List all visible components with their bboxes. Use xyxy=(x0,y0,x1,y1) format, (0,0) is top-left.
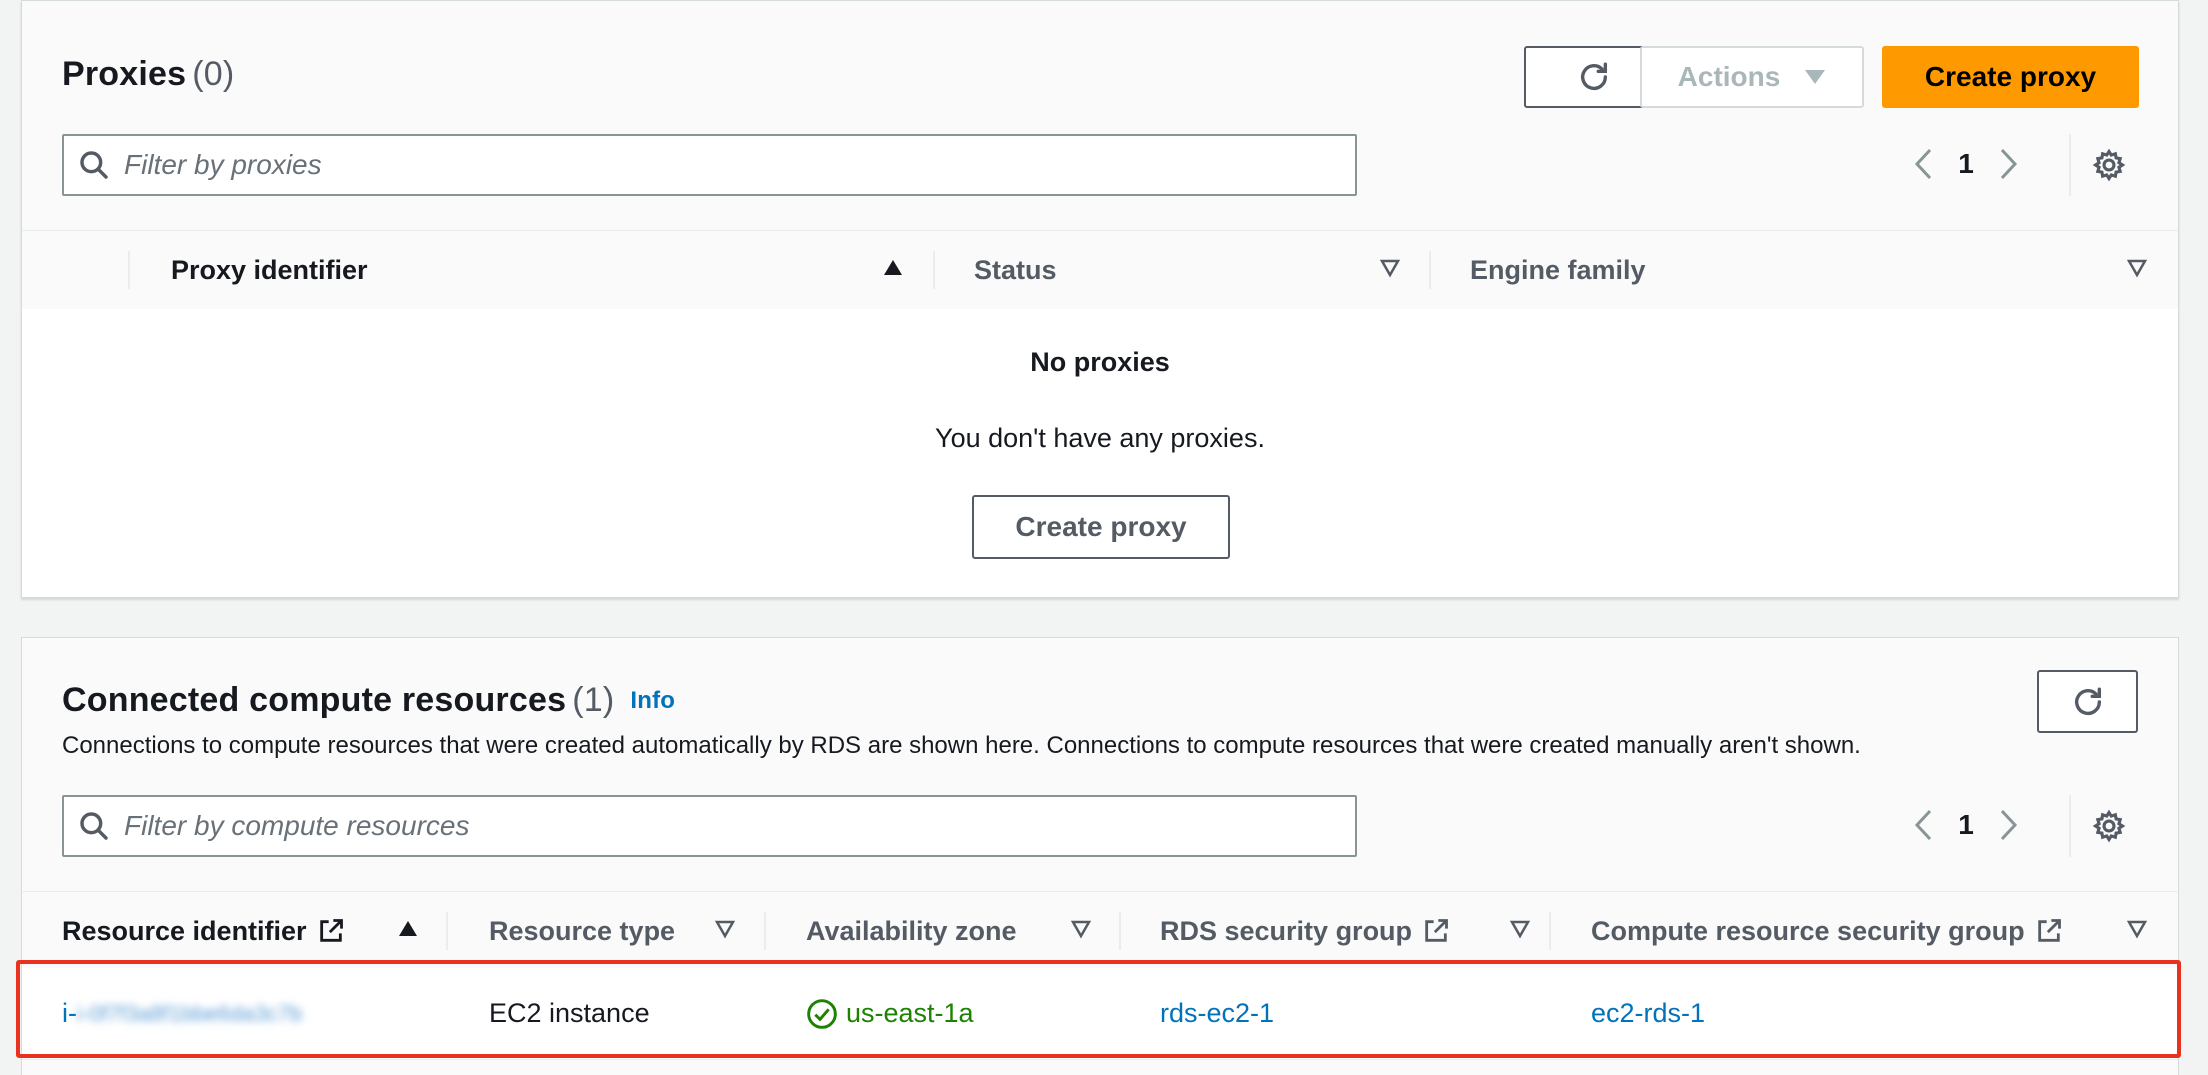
column-header-availability-zone[interactable]: Availability zone xyxy=(806,892,1017,970)
column-header-compute-security-group[interactable]: Compute resource security group xyxy=(1591,892,2063,970)
status-success-icon xyxy=(807,998,837,1029)
proxies-count: (0) xyxy=(192,55,235,93)
compute-count: (1) xyxy=(572,681,615,719)
rds-security-group-label: RDS security group xyxy=(1160,915,1413,946)
proxies-pagination: 1 xyxy=(1912,147,2020,181)
sort-ascending-icon[interactable] xyxy=(882,258,904,278)
empty-state-description: You don't have any proxies. xyxy=(935,423,1265,453)
search-icon xyxy=(80,151,108,179)
column-separator xyxy=(446,912,448,950)
filter-compute-search[interactable] xyxy=(62,795,1357,857)
compute-page-number[interactable]: 1 xyxy=(1936,809,1996,841)
availability-zone-cell: us-east-1a xyxy=(806,968,974,1059)
compute-table-header: Resource identifier Resource type Availa… xyxy=(22,891,2178,969)
chevron-right-icon[interactable] xyxy=(1996,147,2020,181)
external-link-icon xyxy=(319,919,343,942)
column-separator xyxy=(764,912,766,950)
preferences-gear-icon[interactable] xyxy=(2092,148,2126,182)
availability-zone-value: us-east-1a xyxy=(846,998,974,1028)
sort-none-icon[interactable] xyxy=(1379,258,1401,278)
resource-identifier-label: Resource identifier xyxy=(62,915,307,946)
proxies-title: Proxies xyxy=(62,55,187,93)
proxies-empty-state: No proxies You don't have any proxies. C… xyxy=(22,309,2178,597)
refresh-icon xyxy=(2074,687,2101,715)
proxies-panel: Proxies(0) Actions Create proxy 1 Proxy … xyxy=(21,0,2179,598)
column-separator xyxy=(1429,251,1431,289)
compute-description: Connections to compute resources that we… xyxy=(62,732,1861,759)
filter-proxies-input[interactable] xyxy=(122,148,1355,182)
external-link-icon xyxy=(2037,919,2061,942)
refresh-icon xyxy=(1580,62,1607,90)
sort-ascending-icon[interactable] xyxy=(397,919,419,939)
column-header-resource-type[interactable]: Resource type xyxy=(489,892,675,970)
search-icon xyxy=(80,812,108,840)
compute-heading: Connected compute resources (1) Info xyxy=(62,681,675,720)
column-header-rds-security-group[interactable]: RDS security group xyxy=(1160,892,1450,970)
column-separator xyxy=(1119,912,1121,950)
resource-type-cell: EC2 instance xyxy=(489,998,650,1028)
proxies-page-number[interactable]: 1 xyxy=(1936,148,1996,180)
column-header-engine-family[interactable]: Engine family xyxy=(1470,231,1646,309)
column-header-status[interactable]: Status xyxy=(974,231,1057,309)
resource-identifier-link[interactable]: i-0f7f3a8f1bbe6da3c7b xyxy=(77,1001,302,1027)
pager-divider xyxy=(2069,795,2071,857)
caret-down-icon xyxy=(1805,70,1826,84)
chevron-right-icon[interactable] xyxy=(1996,808,2020,842)
pager-divider xyxy=(2069,134,2071,196)
filter-compute-input[interactable] xyxy=(122,809,1355,843)
column-header-proxy-identifier[interactable]: Proxy identifier xyxy=(171,231,368,309)
actions-label: Actions xyxy=(1677,61,1781,92)
proxies-table-header: Proxy identifier Status Engine family xyxy=(22,230,2178,310)
column-separator xyxy=(1549,912,1551,950)
compute-pagination: 1 xyxy=(1912,808,2020,842)
compute-resources-panel: Connected compute resources (1) Info Conne… xyxy=(21,637,2179,1075)
empty-state-title: No proxies xyxy=(1030,347,1170,377)
empty-create-proxy-button[interactable]: Create proxy xyxy=(972,495,1230,559)
resource-identifier-prefix[interactable]: i- xyxy=(62,998,77,1029)
column-separator xyxy=(933,251,935,289)
create-proxy-button[interactable]: Create proxy xyxy=(1882,46,2139,108)
compute-security-group-label: Compute resource security group xyxy=(1591,915,2025,946)
actions-dropdown-button[interactable]: Actions xyxy=(1640,46,1864,108)
info-link[interactable]: Info xyxy=(630,687,675,714)
filter-proxies-search[interactable] xyxy=(62,134,1357,196)
external-link-icon xyxy=(1425,919,1448,942)
chevron-left-icon[interactable] xyxy=(1912,808,1936,842)
sort-none-icon[interactable] xyxy=(2126,919,2148,939)
compute-title: Connected compute resources xyxy=(62,681,567,719)
sort-none-icon[interactable] xyxy=(1070,919,1092,939)
compute-refresh-button[interactable] xyxy=(2037,670,2138,733)
sort-none-icon[interactable] xyxy=(2126,258,2148,278)
preferences-gear-icon[interactable] xyxy=(2092,809,2126,843)
proxies-heading: Proxies (0) xyxy=(62,55,234,94)
chevron-left-icon[interactable] xyxy=(1912,147,1936,181)
sort-none-icon[interactable] xyxy=(714,919,736,939)
column-header-resource-identifier[interactable]: Resource identifier xyxy=(62,892,345,970)
compute-security-group-link[interactable]: ec2-rds-1 xyxy=(1591,968,1705,1059)
sort-none-icon[interactable] xyxy=(1509,919,1531,939)
rds-security-group-link[interactable]: rds-ec2-1 xyxy=(1160,968,1274,1059)
resource-identifier-cell: i-i-0f7f3a8f1bbe6da3c7b xyxy=(62,968,302,1059)
table-row[interactable]: i-i-0f7f3a8f1bbe6da3c7b EC2 instance us-… xyxy=(22,968,2178,1060)
column-separator xyxy=(128,251,130,289)
